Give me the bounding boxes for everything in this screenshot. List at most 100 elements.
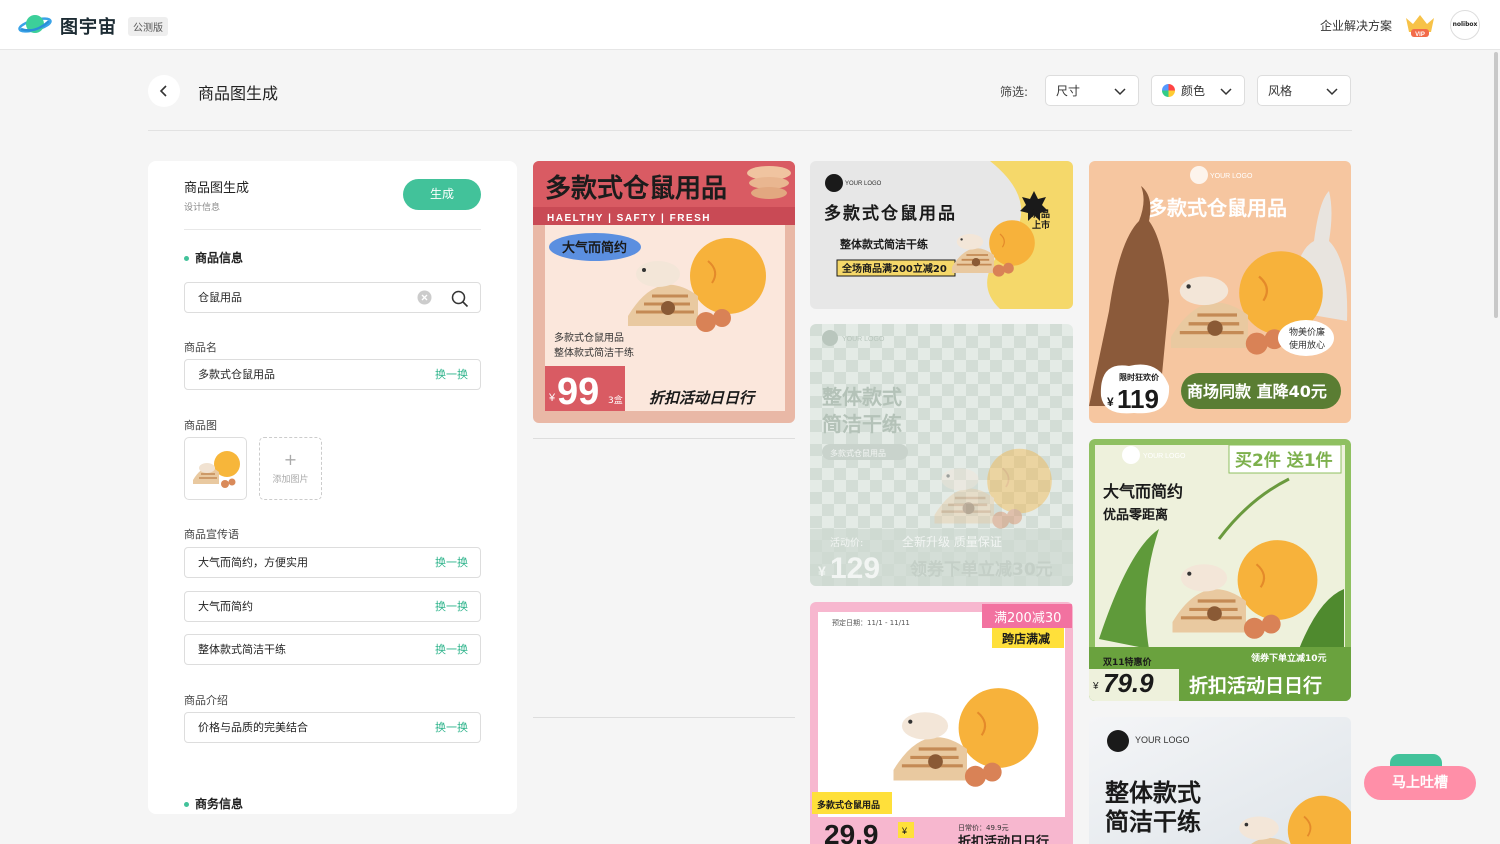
poster-promo: 全场商品满200立减20 — [841, 262, 947, 275]
top-bar: 图宇宙 公测版 企业解决方案 VIP nolibox — [0, 0, 1500, 50]
generated-image-card-6[interactable]: YOUR LOGO 买2件 送1件 大气而简约 优品零距离 双11特惠价 领券下… — [1089, 439, 1351, 701]
poster-currency: ¥ — [1092, 681, 1099, 692]
generated-image-card-5[interactable]: YOUR LOGO 多款式仓鼠用品 物美价廉 使用放心 限时狂欢价 ¥ 119 … — [1089, 161, 1351, 423]
promo-cross-store: 跨店满减 — [1002, 631, 1050, 646]
vip-crown-icon[interactable]: VIP — [1404, 12, 1436, 38]
intro-value: 价格与品质的完美结合 — [198, 721, 308, 734]
logo-text: YOUR LOGO — [1210, 173, 1253, 180]
bubble-line-2: 使用放心 — [1289, 339, 1325, 351]
page-title: 商品图生成 — [198, 84, 279, 103]
flash-sale-label: 限时狂欢价 — [1119, 372, 1160, 382]
column-divider — [533, 438, 795, 439]
poster-price: 119 — [1117, 384, 1159, 414]
slogan-value: 整体款式简洁干练 — [198, 643, 286, 656]
logo-text: YOUR LOGO — [1143, 453, 1186, 460]
product-name-value: 多款式仓鼠用品 — [198, 368, 275, 381]
poster-currency: ¥ — [1107, 395, 1114, 409]
slogan-field-3[interactable]: 整体款式简洁干练 换一换 — [184, 634, 481, 665]
product-poster-5: YOUR LOGO 多款式仓鼠用品 物美价廉 使用放心 限时狂欢价 ¥ 119 … — [1089, 161, 1351, 423]
intro-field[interactable]: 价格与品质的完美结合 换一换 — [184, 712, 481, 743]
poster-currency: ¥ — [901, 826, 908, 836]
poster-desc-2: 整体款式简洁干练 — [554, 346, 634, 359]
feedback-button[interactable]: 马上吐槽 — [1364, 766, 1476, 800]
swap-button[interactable]: 换一换 — [435, 713, 468, 742]
search-icon[interactable] — [451, 290, 469, 308]
add-image-button[interactable]: + 添加图片 — [259, 437, 322, 500]
logo-text: YOUR LOGO — [845, 181, 882, 187]
swap-button[interactable]: 换一换 — [435, 548, 468, 577]
chevron-down-icon — [1114, 88, 1126, 96]
generated-image-card-2[interactable]: YOUR LOGO 多款式仓鼠用品 整体款式简洁干练 全场商品满200立减20 … — [810, 161, 1073, 309]
product-name-field[interactable]: 多款式仓鼠用品 换一换 — [184, 359, 481, 390]
poster-bottom-promo: 折扣活动日日行 — [958, 834, 1049, 844]
logo-text: YOUR LOGO — [842, 336, 885, 343]
bubble-line-1: 物美价廉 — [1289, 326, 1325, 338]
poster-subtitle: 优品零距离 — [1103, 507, 1168, 523]
swap-button[interactable]: 换一换 — [435, 360, 468, 389]
page-scrollbar[interactable] — [1494, 52, 1498, 318]
poster-title-1: 整体款式 — [821, 385, 902, 409]
product-poster-4: 满200减30 跨店满减 预定日期：11/1 - 11/11 多款式仓鼠用品 2… — [810, 602, 1073, 844]
product-poster-6: YOUR LOGO 买2件 送1件 大气而简约 优品零距离 双11特惠价 领券下… — [1089, 439, 1351, 701]
form-title: 商品图生成 — [184, 181, 250, 196]
color-filter-select[interactable]: 颜色 — [1151, 75, 1245, 106]
style-filter-select[interactable]: 风格 — [1257, 75, 1351, 106]
poster-desc-1: 多款式仓鼠用品 — [554, 331, 624, 344]
chevron-down-icon — [1326, 88, 1338, 96]
new-badge-line-1: 新品 — [1032, 208, 1050, 220]
swap-button[interactable]: 换一换 — [435, 635, 468, 664]
color-wheel-icon — [1162, 84, 1175, 97]
poster-currency: ¥ — [818, 563, 826, 579]
size-filter-select[interactable]: 尺寸 — [1045, 75, 1139, 106]
poster-subtitle: 整体款式简洁干练 — [839, 237, 928, 251]
user-avatar[interactable]: nolibox — [1450, 10, 1480, 40]
poster-title: 多款式仓鼠用品 — [1147, 196, 1287, 220]
poster-title: 多款式仓鼠用品 — [545, 173, 727, 204]
size-filter-label: 尺寸 — [1056, 84, 1081, 98]
clear-icon[interactable] — [417, 290, 432, 305]
poster-feature: 全新升级 质量保证 — [902, 534, 1002, 549]
swap-button[interactable]: 换一换 — [435, 592, 468, 621]
slogan-value: 大气而简约，方便实用 — [198, 556, 308, 569]
product-name-label: 商品名 — [184, 341, 217, 354]
form-divider — [184, 229, 481, 230]
poster-price: 129 — [830, 552, 880, 585]
vip-label: VIP — [1415, 32, 1425, 38]
style-filter-label: 风格 — [1268, 84, 1293, 98]
section-business-info-label: 商务信息 — [195, 797, 244, 811]
poster-unit: 3盒 — [608, 394, 623, 406]
buy-two-get-one: 买2件 送1件 — [1235, 450, 1333, 471]
product-thumbnail[interactable] — [184, 437, 247, 500]
generated-image-card-4[interactable]: 满200减30 跨店满减 预定日期：11/1 - 11/11 多款式仓鼠用品 2… — [810, 602, 1073, 844]
product-search-input[interactable]: 仓鼠用品 — [184, 282, 481, 313]
slogan-label: 商品宣传语 — [184, 528, 239, 541]
slogan-value: 大气而简约 — [198, 600, 253, 613]
poster-coupon: 领券下单立减30元 — [910, 559, 1053, 580]
column-divider — [533, 717, 795, 718]
enterprise-solutions-link[interactable]: 企业解决方案 — [1320, 17, 1392, 34]
poster-price: 79.9 — [1103, 668, 1154, 698]
generated-image-card-7[interactable]: YOUR LOGO 整体款式 简洁干练 — [1089, 717, 1351, 844]
product-image-label: 商品图 — [184, 419, 217, 432]
planet-logo-icon[interactable] — [18, 12, 52, 38]
slogan-field-2[interactable]: 大气而简约 换一换 — [184, 591, 481, 622]
slogan-field-1[interactable]: 大气而简约，方便实用 换一换 — [184, 547, 481, 578]
section-product-info: 商品信息 — [184, 249, 243, 266]
brand-name[interactable]: 图宇宙 — [60, 13, 117, 39]
presale-date: 预定日期：11/1 - 11/11 — [832, 618, 910, 627]
back-button[interactable] — [148, 75, 180, 107]
section-business-info: 商务信息 — [184, 795, 243, 812]
poster-tagline: HAELTHY | SAFTY | FRESH — [547, 213, 711, 224]
poster-pill: 大气而简约 — [562, 240, 627, 256]
product-poster-1: 多款式仓鼠用品 HAELTHY | SAFTY | FRESH 大气而简约 多款… — [533, 161, 795, 423]
section-product-info-label: 商品信息 — [195, 251, 244, 265]
chevron-left-icon — [159, 85, 167, 97]
poster-title: 大气而简约 — [1103, 482, 1183, 501]
hamster-product-image — [193, 451, 240, 488]
generate-button[interactable]: 生成 — [403, 179, 481, 210]
bullet-dot — [184, 802, 189, 807]
generated-image-card-3[interactable]: YOUR LOGO 整体款式 简洁干练 多款式仓鼠用品 活动价: 全新升级 质量… — [810, 324, 1073, 586]
generation-form-panel: 商品图生成 设计信息 生成 商品信息 仓鼠用品 商品名 多款式仓鼠用品 换一换 … — [148, 161, 517, 814]
generated-image-card-1[interactable]: 多款式仓鼠用品 HAELTHY | SAFTY | FRESH 大气而简约 多款… — [533, 161, 795, 423]
deal-label: 双11特惠价 — [1103, 656, 1153, 668]
